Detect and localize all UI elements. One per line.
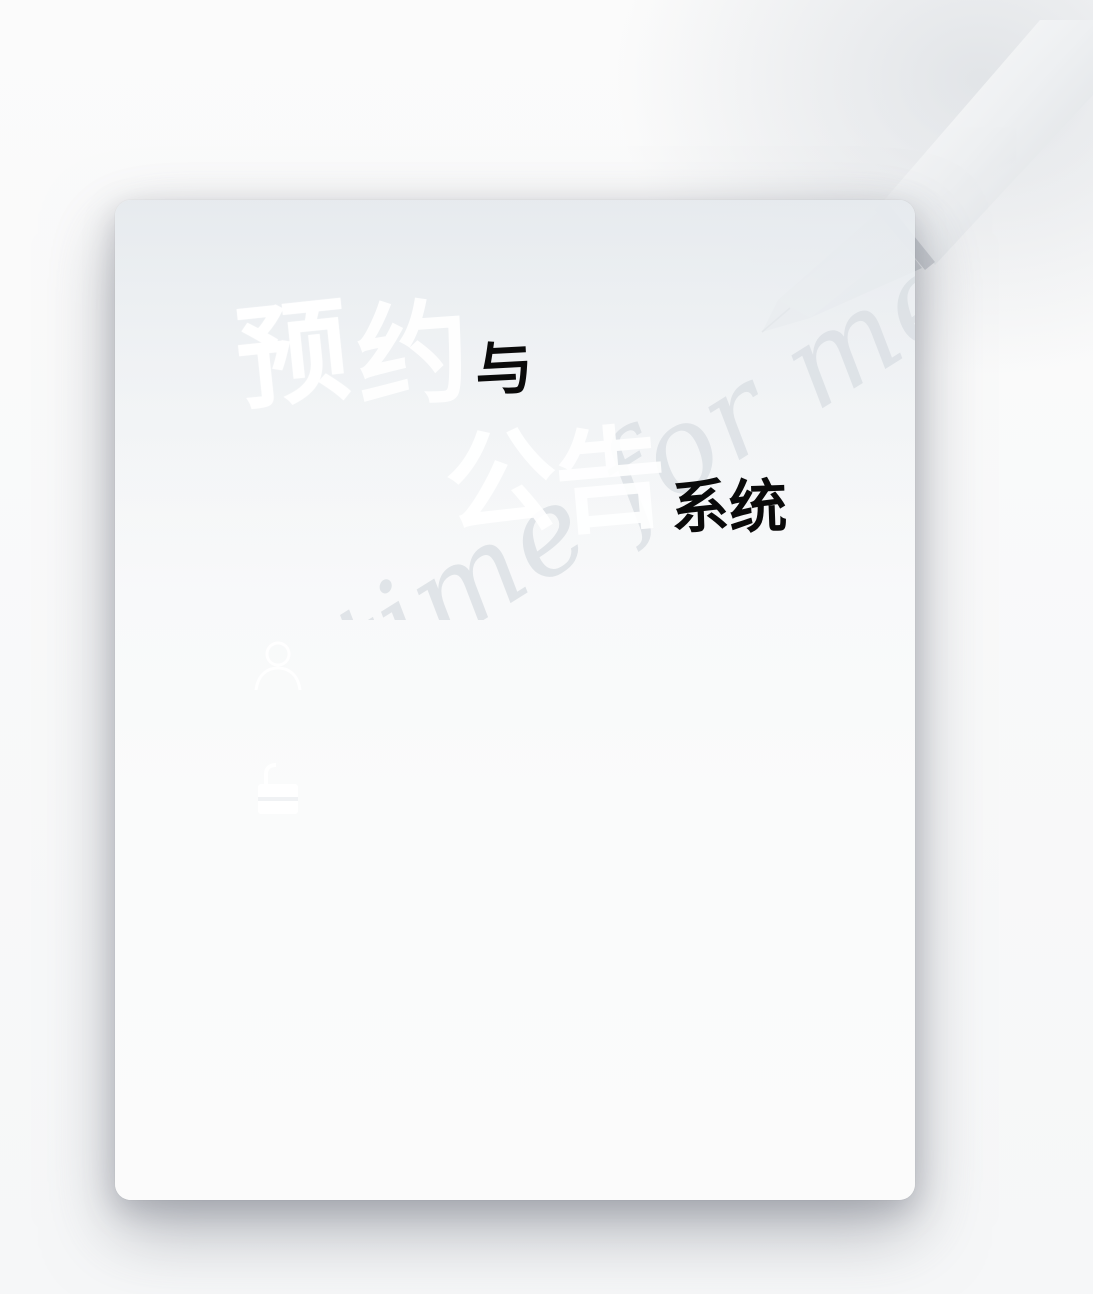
password-input[interactable] xyxy=(320,764,794,814)
title-char: 约 xyxy=(352,286,474,425)
login-card: time for me 预 约 与 公 告 系 统 xyxy=(115,200,915,1200)
username-field[interactable] xyxy=(250,636,810,696)
title-char: 系 xyxy=(669,472,731,542)
title-char: 公 xyxy=(441,415,561,552)
title-char: 预 xyxy=(230,284,356,427)
password-field[interactable] xyxy=(250,760,810,820)
app-title: 预 约 与 公 告 系 统 xyxy=(115,200,915,600)
username-input[interactable] xyxy=(320,640,794,690)
title-char: 告 xyxy=(549,411,673,552)
title-char: 与 xyxy=(473,333,535,405)
user-icon xyxy=(254,641,302,691)
lock-icon xyxy=(258,763,298,814)
title-char: 统 xyxy=(727,472,789,542)
